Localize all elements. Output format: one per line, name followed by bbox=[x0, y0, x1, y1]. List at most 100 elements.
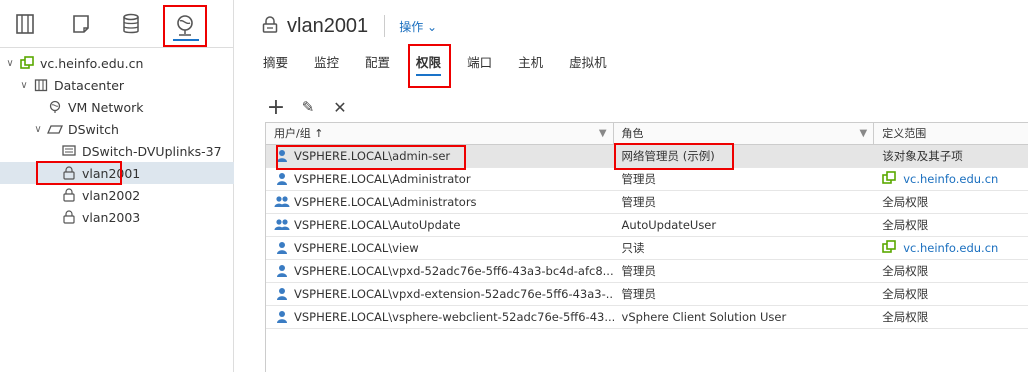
hosts-clusters-icon[interactable] bbox=[12, 10, 38, 38]
cell-user: VSPHERE.LOCAL\AutoUpdate bbox=[266, 217, 614, 233]
networking-icon[interactable] bbox=[163, 5, 207, 47]
tab-1[interactable]: 监控 bbox=[314, 50, 339, 78]
tree-item-vlan2003[interactable]: vlan2003 bbox=[0, 206, 234, 228]
scope-text: 全局权限 bbox=[882, 310, 929, 324]
cell-user: VSPHERE.LOCAL\vpxd-extension-52adc76e-5f… bbox=[266, 286, 614, 302]
tree-item-dswitch[interactable]: ∨ DSwitch bbox=[0, 118, 234, 140]
table-row[interactable]: VSPHERE.LOCAL\vsphere-webclient-52adc76e… bbox=[266, 306, 1028, 329]
expand-caret-icon[interactable]: ∨ bbox=[32, 124, 44, 135]
role-name: AutoUpdateUser bbox=[621, 218, 717, 232]
tab-label: 摘要 bbox=[263, 55, 289, 70]
table-row[interactable]: VSPHERE.LOCAL\vpxd-extension-52adc76e-5f… bbox=[266, 283, 1028, 306]
tab-label: 虚拟机 bbox=[569, 55, 607, 70]
column-user-group[interactable]: 用户/组 ↑ ▼ bbox=[266, 123, 614, 144]
cell-scope: 全局权限 bbox=[874, 194, 1028, 210]
expand-caret-icon[interactable]: ∨ bbox=[18, 80, 30, 91]
tree-item-vlan2001[interactable]: vlan2001 bbox=[0, 161, 234, 185]
tree-item-label: vc.heinfo.edu.cn bbox=[40, 55, 144, 71]
cell-scope: vc.heinfo.edu.cn bbox=[874, 240, 1028, 256]
cell-user: VSPHERE.LOCAL\Administrators bbox=[266, 194, 614, 210]
tab-5[interactable]: 主机 bbox=[518, 50, 543, 78]
tree-item-label: VM Network bbox=[68, 99, 144, 115]
column-role[interactable]: 角色 ▼ bbox=[614, 123, 875, 144]
vms-templates-icon[interactable] bbox=[68, 10, 94, 38]
vcenter-icon bbox=[882, 240, 898, 256]
cell-user: VSPHERE.LOCAL\vpxd-52adc76e-5ff6-43a3-bc… bbox=[266, 263, 614, 279]
user-name: VSPHERE.LOCAL\Administrators bbox=[294, 195, 477, 209]
scope-text: 全局权限 bbox=[882, 264, 929, 278]
user-icon bbox=[274, 240, 290, 256]
cell-user: VSPHERE.LOCAL\Administrator bbox=[266, 171, 614, 187]
cell-user: VSPHERE.LOCAL\admin-ser bbox=[266, 148, 614, 164]
table-row[interactable]: VSPHERE.LOCAL\view 只读 vc.heinfo.edu.cn bbox=[266, 237, 1028, 260]
role-name: 管理员 bbox=[621, 264, 657, 278]
selection-highlight-box bbox=[36, 161, 122, 185]
scope-link[interactable]: vc.heinfo.edu.cn bbox=[903, 241, 998, 255]
tree-item-vc-heinfo-edu-cn[interactable]: ∨ vc.heinfo.edu.cn bbox=[0, 52, 234, 74]
navigator-tab-bar bbox=[0, 0, 234, 48]
user-icon bbox=[274, 309, 290, 325]
inventory-tree: ∨ vc.heinfo.edu.cn ∨ Datacenter VM Network ∨ D… bbox=[0, 52, 234, 228]
user-name: VSPHERE.LOCAL\Administrator bbox=[294, 172, 471, 186]
tree-item-vm-network[interactable]: VM Network bbox=[0, 96, 234, 118]
add-permission-icon[interactable]: + bbox=[267, 95, 285, 120]
table-row[interactable]: VSPHERE.LOCAL\Administrator 管理员 vc.heinfo.… bbox=[266, 168, 1028, 191]
table-row[interactable]: VSPHERE.LOCAL\vpxd-52adc76e-5ff6-43a3-bc… bbox=[266, 260, 1028, 283]
grid-header: 用户/组 ↑ ▼ 角色 ▼ 定义范围 bbox=[266, 123, 1028, 145]
page-title: vlan2001 bbox=[287, 14, 369, 37]
cell-role: 管理员 bbox=[614, 171, 875, 187]
table-row[interactable]: VSPHERE.LOCAL\Administrators 管理员 全局权限 bbox=[266, 191, 1028, 214]
table-row[interactable]: VSPHERE.LOCAL\admin-ser 网络管理员 (示例) 该对象及其子项 bbox=[266, 145, 1028, 168]
cell-user: VSPHERE.LOCAL\vsphere-webclient-52adc76e… bbox=[266, 309, 614, 325]
content-panel: vlan2001 操作 ⌄ 摘要 监控 配置 权限 端口 主机 虚拟机 + ✎ ✕ 用户/组… bbox=[235, 0, 1028, 372]
role-name: 管理员 bbox=[621, 287, 657, 301]
column-scope[interactable]: 定义范围 bbox=[874, 123, 1028, 144]
remove-permission-icon[interactable]: ✕ bbox=[331, 98, 349, 117]
scope-text: 全局权限 bbox=[882, 218, 929, 232]
tree-item-label: Datacenter bbox=[54, 77, 125, 93]
user-icon bbox=[274, 286, 290, 302]
cell-role: 管理员 bbox=[614, 263, 875, 279]
cell-scope: 全局权限 bbox=[874, 309, 1028, 325]
tab-2[interactable]: 配置 bbox=[365, 50, 390, 78]
filter-icon[interactable]: ▼ bbox=[860, 123, 868, 145]
role-name: 管理员 bbox=[621, 172, 657, 186]
tab-6[interactable]: 虚拟机 bbox=[569, 50, 607, 78]
storage-icon[interactable] bbox=[118, 10, 144, 38]
filter-icon[interactable]: ▼ bbox=[599, 123, 607, 145]
header-divider bbox=[384, 15, 386, 37]
cell-role: 只读 bbox=[614, 240, 875, 256]
user-icon bbox=[274, 263, 290, 279]
datacenter-icon bbox=[33, 77, 49, 93]
user-name: VSPHERE.LOCAL\vsphere-webclient-52adc76e… bbox=[294, 310, 614, 324]
role-name: 只读 bbox=[621, 241, 645, 255]
user-group-icon bbox=[274, 217, 290, 233]
user-name: VSPHERE.LOCAL\vpxd-52adc76e-5ff6-43a3-bc… bbox=[294, 264, 614, 278]
tree-item-vlan2002[interactable]: vlan2002 bbox=[0, 184, 234, 206]
tab-0[interactable]: 摘要 bbox=[263, 50, 288, 78]
grid-body: VSPHERE.LOCAL\admin-ser 网络管理员 (示例) 该对象及其子项… bbox=[266, 145, 1028, 329]
edit-permission-icon[interactable]: ✎ bbox=[299, 98, 317, 116]
tab-3[interactable]: 权限 bbox=[408, 44, 452, 88]
table-row[interactable]: VSPHERE.LOCAL\AutoUpdate AutoUpdateUser 全局… bbox=[266, 214, 1028, 237]
cell-scope: vc.heinfo.edu.cn bbox=[874, 171, 1028, 187]
user-name: VSPHERE.LOCAL\vpxd-extension-52adc76e-5f… bbox=[294, 287, 614, 301]
tree-item-label: vlan2003 bbox=[82, 209, 141, 225]
scope-link[interactable]: vc.heinfo.edu.cn bbox=[903, 172, 998, 186]
tree-item-dswitch-dvuplinks-37[interactable]: DSwitch-DVUplinks-37 bbox=[0, 140, 234, 162]
column-label: 用户/组 ↑ bbox=[274, 127, 324, 140]
permissions-grid: 用户/组 ↑ ▼ 角色 ▼ 定义范围 VSPHERE.LOCAL\admin-s… bbox=[265, 122, 1028, 372]
cell-user: VSPHERE.LOCAL\view bbox=[266, 240, 614, 256]
user-name: VSPHERE.LOCAL\view bbox=[294, 241, 419, 255]
actions-menu[interactable]: 操作 ⌄ bbox=[399, 18, 437, 35]
column-label: 角色 bbox=[621, 127, 644, 140]
vcenter-icon bbox=[882, 171, 898, 187]
tree-item-datacenter[interactable]: ∨ Datacenter bbox=[0, 74, 234, 96]
portgroup-icon bbox=[261, 15, 279, 37]
tab-label: 配置 bbox=[365, 55, 391, 70]
tab-4[interactable]: 端口 bbox=[467, 50, 492, 78]
expand-caret-icon[interactable]: ∨ bbox=[4, 58, 16, 69]
dswitch-icon bbox=[47, 121, 63, 137]
cell-scope: 全局权限 bbox=[874, 286, 1028, 302]
cell-scope: 全局权限 bbox=[874, 217, 1028, 233]
